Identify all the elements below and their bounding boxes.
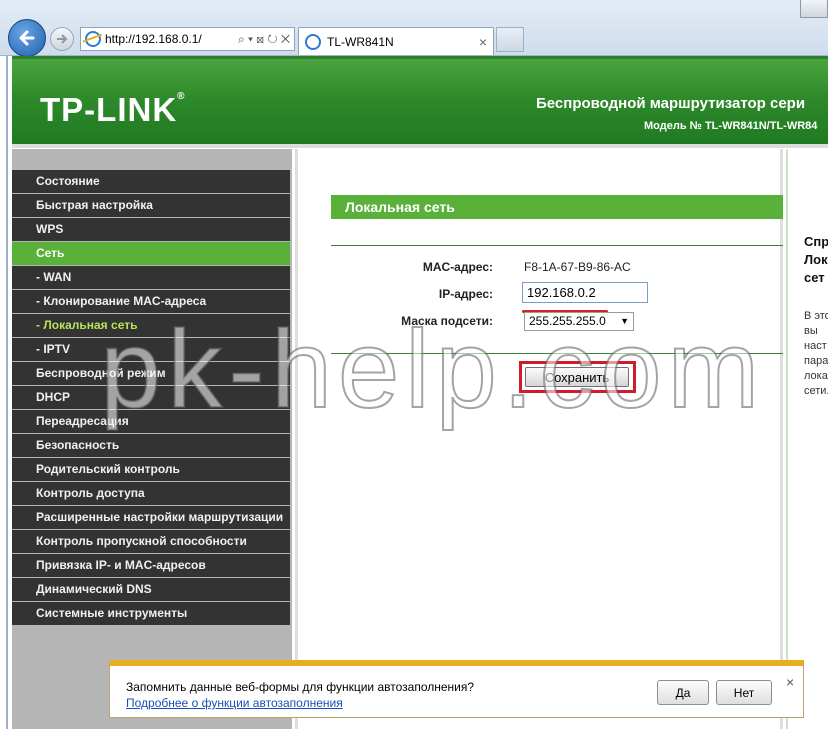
address-url[interactable]: http://192.168.0.1/: [105, 32, 202, 46]
router-page: TP-LINK® Беспроводной маршрутизатор сери…: [6, 56, 828, 729]
sidebar-item-security[interactable]: Безопасность: [12, 434, 290, 457]
bottom-divider: [331, 353, 783, 354]
help-panel: Спр Лок сет В это вы наст пара лока сети…: [786, 149, 828, 729]
address-bar[interactable]: http://192.168.0.1/ ⌕ ▾ ⊠ ↻ ✕: [80, 27, 295, 51]
address-tools-icon[interactable]: ⌕ ▾ ⊠ ↻ ✕: [238, 32, 294, 47]
tp-link-logo: TP-LINK®: [40, 91, 186, 129]
browser-chrome: http://192.168.0.1/ ⌕ ▾ ⊠ ↻ ✕ TL-WR841N …: [0, 0, 828, 57]
close-icon[interactable]: ×: [786, 674, 794, 690]
sidebar-item-lan[interactable]: - Локальная сеть: [12, 314, 290, 337]
window-button[interactable]: [800, 0, 828, 18]
subnet-mask-value: 255.255.255.0: [529, 314, 606, 328]
mac-address-value: F8-1A-67-B9-86-AC: [524, 260, 631, 274]
sidebar-item-access-control[interactable]: Контроль доступа: [12, 482, 290, 505]
sidebar-item-quick-setup[interactable]: Быстрая настройка: [12, 194, 290, 217]
header-model: Модель № TL-WR841N/TL-WR84: [644, 120, 818, 132]
sidebar-item-system-tools[interactable]: Системные инструменты: [12, 602, 290, 625]
forward-button[interactable]: [50, 27, 74, 51]
sidebar-menu: Состояние Быстрая настройка WPS Сеть - W…: [12, 149, 292, 729]
autocomplete-question: Запомнить данные веб-формы для функции а…: [126, 680, 475, 694]
sidebar-item-wps[interactable]: WPS: [12, 218, 290, 241]
help-text: В это вы наст пара лока сети.: [804, 310, 828, 397]
page-header: TP-LINK® Беспроводной маршрутизатор сери…: [12, 56, 828, 144]
save-button[interactable]: Сохранить: [525, 367, 629, 387]
logo-mark: ®: [177, 91, 186, 102]
dropdown-arrow-icon: ▼: [620, 316, 629, 326]
sidebar-item-bandwidth-control[interactable]: Контроль пропускной способности: [12, 530, 290, 553]
no-button[interactable]: Нет: [716, 680, 772, 705]
sidebar-item-dhcp[interactable]: DHCP: [12, 386, 290, 409]
sidebar-item-ddns[interactable]: Динамический DNS: [12, 578, 290, 601]
top-divider: [331, 245, 783, 246]
back-arrow-icon: [19, 30, 35, 46]
sidebar-item-status[interactable]: Состояние: [12, 170, 290, 193]
browser-tab[interactable]: TL-WR841N ×: [298, 27, 494, 55]
subnet-mask-select[interactable]: 255.255.255.0 ▼: [524, 312, 634, 331]
sidebar-item-advanced-routing[interactable]: Расширенные настройки маршрутизации: [12, 506, 290, 529]
header-title: Беспроводной маршрутизатор сери: [536, 95, 806, 112]
sidebar-item-parental-control[interactable]: Родительский контроль: [12, 458, 290, 481]
forward-arrow-icon: [57, 34, 68, 44]
sidebar-item-mac-clone[interactable]: - Клонирование MAC-адреса: [12, 290, 290, 313]
new-tab-button[interactable]: [496, 27, 524, 52]
autocomplete-learn-more-link[interactable]: Подробнее о функции автозаполнения: [126, 696, 343, 710]
autocomplete-notification: Запомнить данные веб-формы для функции а…: [109, 660, 804, 718]
sidebar-item-ip-mac-binding[interactable]: Привязка IP- и MAC-адресов: [12, 554, 290, 577]
tab-close-icon[interactable]: ×: [479, 34, 487, 50]
ip-address-input[interactable]: [522, 282, 648, 303]
subnet-mask-label: Маска подсети:: [401, 314, 493, 328]
mac-address-label: MAC-адрес:: [422, 260, 493, 274]
sidebar-item-iptv[interactable]: - IPTV: [12, 338, 290, 361]
ie-logo-icon: [85, 31, 101, 47]
header-divider: [12, 144, 828, 148]
sidebar-item-forwarding[interactable]: Переадресация: [12, 410, 290, 433]
sidebar-item-wan[interactable]: - WAN: [12, 266, 290, 289]
yes-button[interactable]: Да: [657, 680, 709, 705]
page-title: Локальная сеть: [331, 195, 783, 219]
logo-text: TP-LINK: [40, 91, 178, 128]
tab-favicon-icon: [305, 33, 321, 50]
sidebar-item-network[interactable]: Сеть: [12, 242, 290, 265]
ip-address-label: IP-адрес:: [438, 287, 493, 301]
main-content: Локальная сеть MAC-адрес: F8-1A-67-B9-86…: [295, 149, 783, 729]
help-title: Спр Лок сет: [804, 234, 828, 285]
tab-title: TL-WR841N: [327, 34, 394, 49]
sidebar-item-wireless[interactable]: Беспроводной режим: [12, 362, 290, 385]
back-button[interactable]: [8, 19, 46, 57]
